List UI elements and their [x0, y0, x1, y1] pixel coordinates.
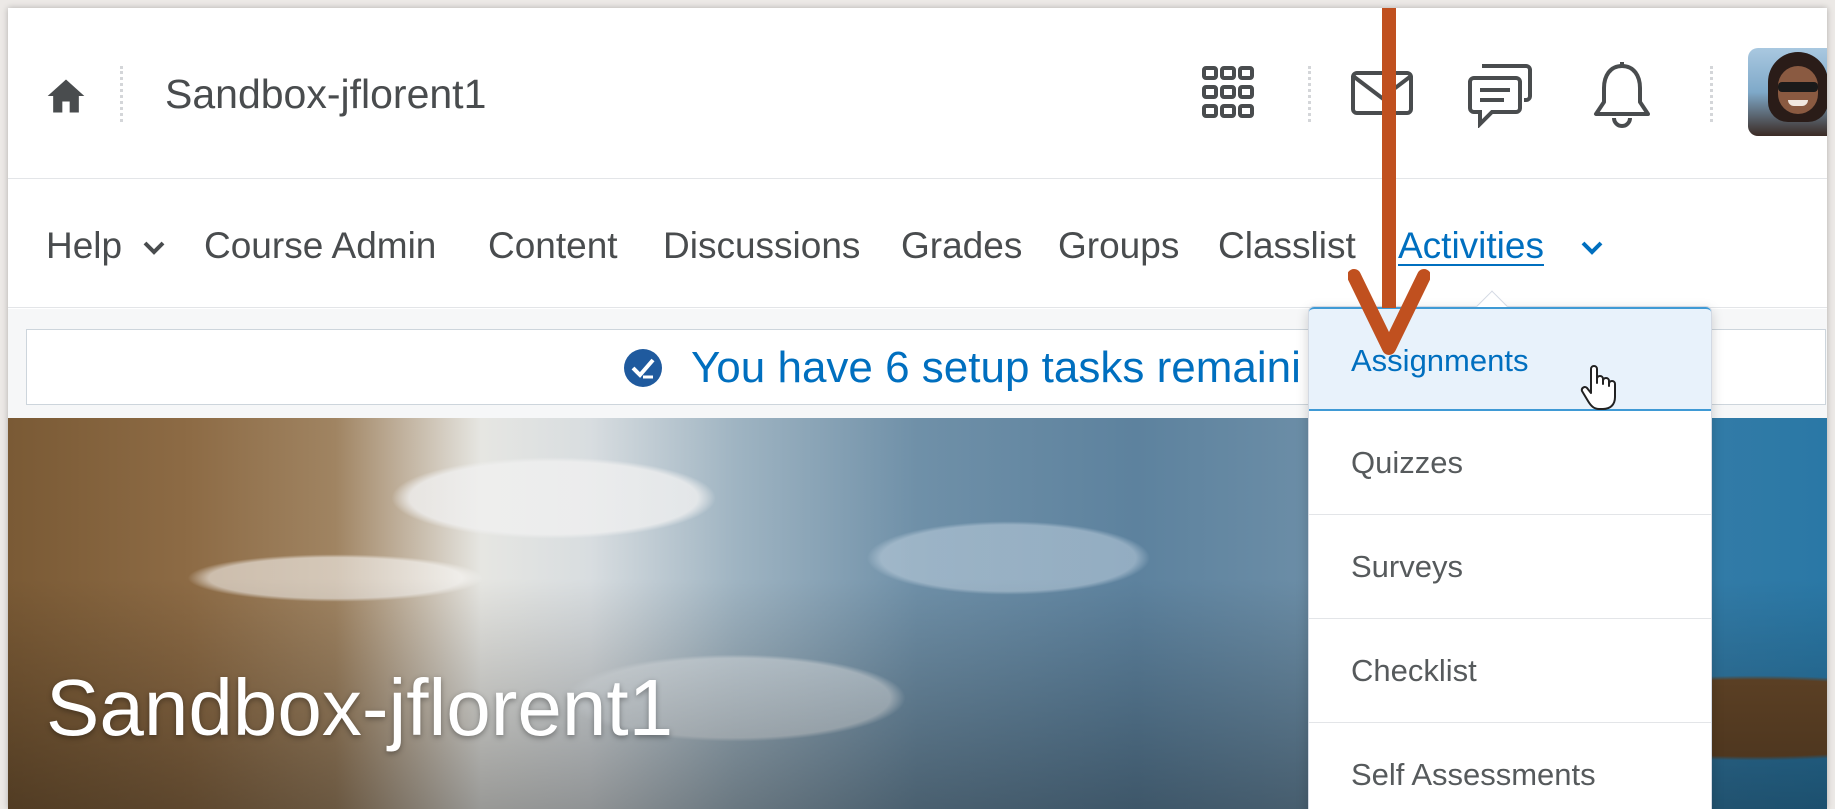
- annotation-arrow-icon: [1348, 8, 1430, 355]
- top-bar: Sandbox-jflorent1: [8, 8, 1827, 179]
- nav-item-help[interactable]: Help: [46, 224, 122, 268]
- nav-item-discussions[interactable]: Discussions: [663, 224, 860, 268]
- divider: [120, 66, 123, 122]
- checklist-icon: [624, 349, 662, 387]
- menu-item-surveys[interactable]: Surveys: [1309, 515, 1711, 619]
- avatar[interactable]: [1748, 48, 1827, 136]
- nav-item-label: Content: [488, 225, 618, 266]
- menu-item-label: Surveys: [1351, 549, 1463, 584]
- app-window: Sandbox-jflorent1 Help Course Admin Cont…: [8, 8, 1827, 809]
- bell-icon[interactable]: [1592, 60, 1652, 128]
- nav-item-label: Discussions: [663, 225, 861, 266]
- nav-item-classlist[interactable]: Classlist: [1218, 224, 1356, 268]
- nav-item-label: Grades: [901, 225, 1023, 266]
- home-icon[interactable]: [44, 74, 88, 118]
- nav-item-grades[interactable]: Grades: [901, 224, 1022, 268]
- menu-item-quizzes[interactable]: Quizzes: [1309, 411, 1711, 515]
- chat-icon[interactable]: [1468, 62, 1532, 128]
- nav-item-content[interactable]: Content: [488, 224, 618, 268]
- menu-item-checklist[interactable]: Checklist: [1309, 619, 1711, 723]
- menu-item-self-assessments[interactable]: Self Assessments: [1309, 723, 1711, 809]
- divider: [1308, 66, 1311, 122]
- nav-item-course-admin[interactable]: Course Admin: [204, 224, 436, 268]
- divider: [1710, 66, 1713, 122]
- hand-cursor-icon: [1580, 365, 1616, 410]
- chevron-down-icon[interactable]: [1580, 240, 1604, 256]
- nav-item-label: Classlist: [1218, 225, 1356, 266]
- course-title[interactable]: Sandbox-jflorent1: [165, 68, 486, 120]
- menu-item-label: Quizzes: [1351, 445, 1463, 480]
- menu-item-label: Self Assessments: [1351, 757, 1596, 792]
- nav-item-groups[interactable]: Groups: [1058, 224, 1179, 268]
- nav-item-label: Course Admin: [204, 225, 437, 266]
- chevron-down-icon[interactable]: [142, 240, 166, 256]
- setup-tasks-text[interactable]: You have 6 setup tasks remaini: [691, 342, 1301, 394]
- nav-item-label: Groups: [1058, 225, 1180, 266]
- nav-bar: Help Course Admin Content Discussions Gr…: [8, 180, 1827, 308]
- waffle-grid-icon[interactable]: [1200, 64, 1256, 120]
- course-banner-title: Sandbox-jflorent1: [46, 663, 674, 752]
- activities-dropdown-menu: Assignments Quizzes Surveys Checklist Se…: [1308, 290, 1712, 809]
- menu-item-label: Checklist: [1351, 653, 1477, 688]
- nav-item-label: Help: [46, 225, 123, 266]
